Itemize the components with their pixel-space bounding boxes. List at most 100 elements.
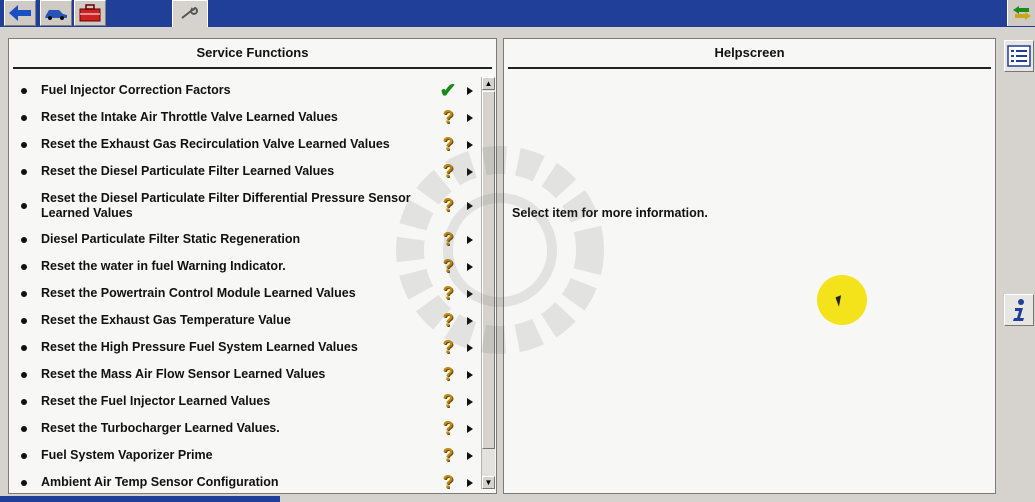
question-mark-icon: ? <box>442 161 454 181</box>
service-functions-list: Fuel Injector Correction Factors ✔ Reset t… <box>15 77 485 496</box>
question-mark-icon: ? <box>442 310 454 330</box>
bullet-icon <box>21 202 27 209</box>
toolbox-icon <box>79 4 101 22</box>
question-mark-icon: ? <box>442 229 454 249</box>
service-functions-title: Service Functions <box>13 39 492 69</box>
bullet-icon <box>21 479 27 486</box>
vehicle-button[interactable] <box>40 0 72 26</box>
question-mark-icon: ? <box>442 364 454 384</box>
question-mark-icon: ? <box>442 391 454 411</box>
question-mark-icon: ? <box>442 134 454 154</box>
expand-arrow-icon[interactable] <box>467 235 473 244</box>
top-toolbar <box>0 0 1035 27</box>
service-function-item[interactable]: Reset the Diesel Particulate Filter Lear… <box>15 158 485 185</box>
service-function-item[interactable]: Fuel Injector Correction Factors ✔ <box>15 77 485 104</box>
list-view-button[interactable] <box>1004 40 1034 72</box>
scroll-thumb[interactable] <box>482 91 495 449</box>
expand-arrow-icon[interactable] <box>467 262 473 271</box>
service-function-label: Reset the Diesel Particulate Filter Lear… <box>41 164 335 178</box>
service-function-item[interactable]: Reset the High Pressure Fuel System Lear… <box>15 334 485 361</box>
expand-arrow-icon[interactable] <box>467 397 473 406</box>
info-button[interactable] <box>1004 294 1034 326</box>
vertical-scrollbar[interactable]: ▲ ▼ <box>481 77 495 489</box>
bottom-progress-strip <box>0 496 280 502</box>
service-function-item[interactable]: Reset the Powertrain Control Module Lear… <box>15 280 485 307</box>
info-icon <box>1013 299 1024 321</box>
expand-arrow-icon[interactable] <box>467 451 473 460</box>
service-function-label: Reset the Diesel Particulate Filter Diff… <box>41 190 411 220</box>
question-mark-icon: ? <box>442 256 454 276</box>
service-function-item[interactable]: Reset the Exhaust Gas Recirculation Valv… <box>15 131 485 158</box>
checkmark-icon: ✔ <box>439 80 457 102</box>
service-function-label: Fuel System Vaporizer Prime <box>41 448 213 462</box>
service-function-item[interactable]: Reset the Exhaust Gas Temperature Value? <box>15 307 485 334</box>
question-mark-icon: ? <box>442 445 454 465</box>
service-function-item[interactable]: Reset the Diesel Particulate Filter Diff… <box>15 185 485 226</box>
question-mark-icon: ? <box>442 283 454 303</box>
question-mark-icon: ? <box>442 195 454 215</box>
service-function-item[interactable]: Fuel System Vaporizer Prime? <box>15 442 485 469</box>
expand-arrow-icon[interactable] <box>467 113 473 122</box>
question-mark-icon: ? <box>442 107 454 127</box>
helpscreen-panel: Helpscreen Select item for more informat… <box>503 38 996 494</box>
question-mark-icon: ? <box>442 472 454 492</box>
service-function-label: Reset the Exhaust Gas Temperature Value <box>41 313 291 327</box>
service-function-label: Reset the Exhaust Gas Recirculation Valv… <box>41 137 390 151</box>
bullet-icon <box>21 317 27 324</box>
tab-service-functions[interactable] <box>172 0 208 27</box>
bullet-icon <box>21 344 27 351</box>
expand-arrow-icon[interactable] <box>467 316 473 325</box>
swap-arrows-icon <box>1012 6 1031 20</box>
expand-arrow-icon[interactable] <box>467 424 473 433</box>
bullet-icon <box>21 398 27 405</box>
expand-arrow-icon[interactable] <box>467 167 473 176</box>
bullet-icon <box>21 371 27 378</box>
service-function-item[interactable]: Ambient Air Temp Sensor Configuration? <box>15 469 485 496</box>
service-function-item[interactable]: Reset the Intake Air Throttle Valve Lear… <box>15 104 485 131</box>
back-arrow-icon <box>9 5 31 21</box>
service-function-item[interactable]: Reset the Fuel Injector Learned Values? <box>15 388 485 415</box>
bullet-icon <box>21 87 27 94</box>
bullet-icon <box>21 114 27 121</box>
service-function-item[interactable]: Reset the water in fuel Warning Indicato… <box>15 253 485 280</box>
question-mark-icon: ? <box>442 418 454 438</box>
bullet-icon <box>21 236 27 243</box>
list-icon <box>1007 45 1031 67</box>
service-function-label: Reset the Intake Air Throttle Valve Lear… <box>41 110 338 124</box>
scroll-up-button[interactable]: ▲ <box>482 77 495 90</box>
expand-arrow-icon[interactable] <box>467 86 473 95</box>
service-function-label: Reset the Turbocharger Learned Values. <box>41 421 280 435</box>
service-function-item[interactable]: Diesel Particulate Filter Static Regener… <box>15 226 485 253</box>
bullet-icon <box>21 425 27 432</box>
help-message: Select item for more information. <box>512 206 708 220</box>
wrench-icon <box>181 6 198 19</box>
expand-arrow-icon[interactable] <box>467 201 473 210</box>
scroll-down-button[interactable]: ▼ <box>482 476 495 489</box>
expand-arrow-icon[interactable] <box>467 370 473 379</box>
bullet-icon <box>21 452 27 459</box>
service-function-label: Fuel Injector Correction Factors <box>41 83 231 97</box>
bullet-icon <box>21 263 27 270</box>
service-function-label: Reset the Powertrain Control Module Lear… <box>41 286 356 300</box>
bullet-icon <box>21 290 27 297</box>
expand-arrow-icon[interactable] <box>467 343 473 352</box>
service-function-label: Diesel Particulate Filter Static Regener… <box>41 232 301 246</box>
question-mark-icon: ? <box>442 337 454 357</box>
service-function-label: Reset the Mass Air Flow Sensor Learned V… <box>41 367 326 381</box>
service-function-item[interactable]: Reset the Turbocharger Learned Values.? <box>15 415 485 442</box>
bullet-icon <box>21 141 27 148</box>
swap-button[interactable] <box>1007 0 1035 26</box>
service-functions-panel: Service Functions Fuel Injector Correcti… <box>8 38 497 494</box>
bullet-icon <box>21 168 27 175</box>
service-function-label: Ambient Air Temp Sensor Configuration <box>41 475 279 489</box>
service-function-label: Reset the High Pressure Fuel System Lear… <box>41 340 358 354</box>
expand-arrow-icon[interactable] <box>467 289 473 298</box>
helpscreen-title: Helpscreen <box>508 39 991 69</box>
service-function-label: Reset the Fuel Injector Learned Values <box>41 394 271 408</box>
back-button[interactable] <box>4 0 36 26</box>
expand-arrow-icon[interactable] <box>467 478 473 487</box>
expand-arrow-icon[interactable] <box>467 140 473 149</box>
service-function-label: Reset the water in fuel Warning Indicato… <box>41 259 286 273</box>
service-function-item[interactable]: Reset the Mass Air Flow Sensor Learned V… <box>15 361 485 388</box>
toolbox-button[interactable] <box>74 0 106 26</box>
